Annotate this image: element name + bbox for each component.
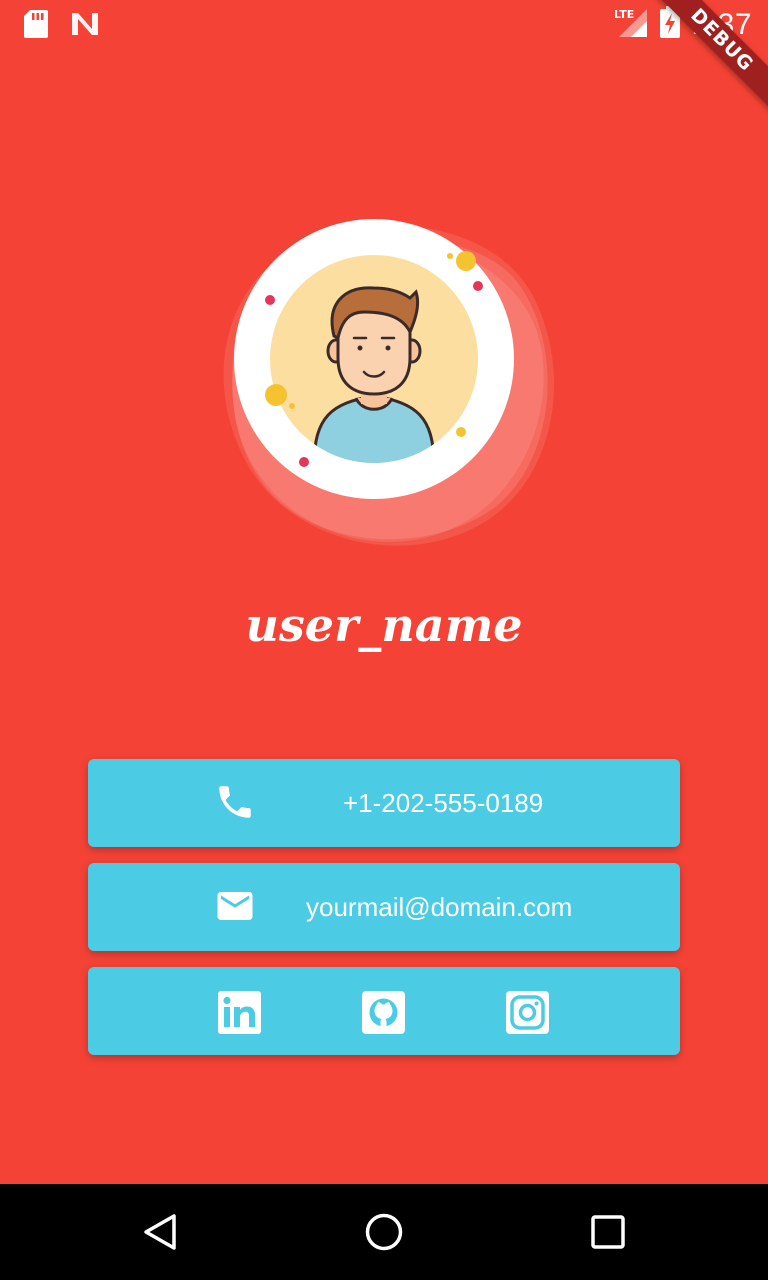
user-name: user_name — [245, 598, 523, 652]
sd-card-icon — [24, 10, 48, 43]
avatar — [214, 208, 564, 558]
github-icon[interactable] — [362, 991, 405, 1039]
lte-signal-icon: LTE — [614, 7, 648, 42]
phone-card[interactable]: +1-202-555-0189 — [88, 759, 680, 847]
phone-number: +1-202-555-0189 — [343, 788, 544, 818]
svg-text:LTE: LTE — [614, 8, 634, 21]
n-logo-icon — [70, 11, 100, 42]
navigation-bar — [0, 1184, 768, 1280]
email-address: yourmail@domain.com — [306, 892, 573, 922]
linkedin-icon[interactable] — [218, 991, 261, 1039]
recents-icon[interactable] — [590, 1212, 626, 1257]
phone-icon — [214, 781, 256, 828]
home-icon[interactable] — [364, 1212, 404, 1257]
status-bar: LTE 1:37 — [0, 0, 768, 48]
email-card[interactable]: yourmail@domain.com — [88, 863, 680, 951]
instagram-icon[interactable] — [506, 991, 549, 1039]
back-icon[interactable] — [140, 1212, 180, 1257]
social-card — [88, 967, 680, 1055]
email-icon — [214, 885, 256, 932]
